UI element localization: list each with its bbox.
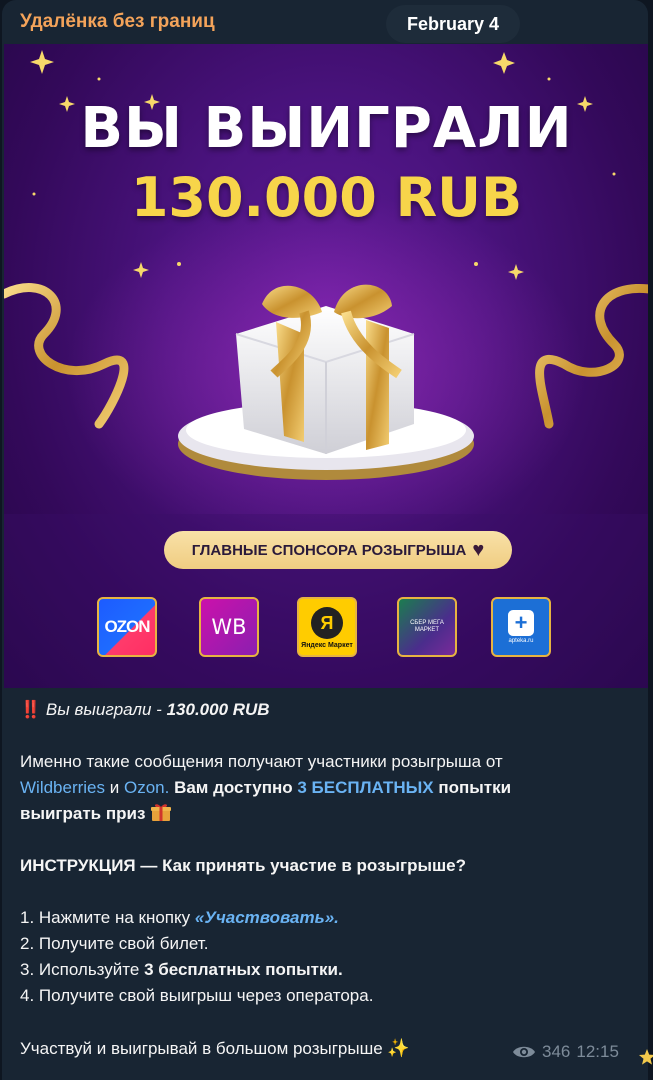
wb-logo-text: WB — [211, 615, 247, 639]
headline-amount: 130.000 RUB — [166, 700, 270, 719]
paragraph-and: и — [105, 778, 124, 797]
views-count: 346 — [542, 1042, 571, 1061]
apteka-logo: + apteka.ru — [491, 597, 551, 657]
paragraph-text-a: Именно такие сообщения получают участник… — [20, 752, 503, 771]
gift-icon — [151, 804, 172, 821]
paragraph-text-b: Вам доступно — [169, 778, 298, 797]
step-1-text: 1. Нажмите на кнопку — [20, 908, 195, 927]
closing-text: Участвуй и выигрывай в большом розыгрыше — [20, 1039, 383, 1058]
step-3-bold: 3 бесплатных попытки. — [144, 960, 343, 979]
message-bubble: Удалёнка без границ ВЫ ВЫИГРАЛИ 130.000 … — [2, 0, 648, 1080]
message-text: ‼️ Вы выиграли - 130.000 RUB Именно таки… — [20, 697, 610, 1062]
ozon-logo: OZON — [97, 597, 157, 657]
date-pill: February 4 — [386, 5, 520, 43]
double-exclamation-icon: ‼️ — [20, 700, 42, 719]
promo-image[interactable]: ВЫ ВЫИГРАЛИ 130.000 RUB ГЛАВНЫЕ СПОНСОРА… — [4, 44, 648, 688]
step-4: 4. Получите свой выигрыш через оператора… — [20, 986, 374, 1005]
channel-name[interactable]: Удалёнка без границ — [20, 11, 215, 33]
participate-link[interactable]: «Участвовать». — [195, 908, 339, 927]
sponsors-label-text: ГЛАВНЫЕ СПОНСОРА РОЗЫГРЫША — [191, 541, 467, 559]
paragraph-text-c: попытки — [433, 778, 512, 797]
sponsor-logos: OZON WB Я Яндекс Маркет СБЕР МЕГА МАРКЕТ… — [4, 597, 648, 657]
headline-text: Вы выиграли - — [45, 700, 167, 719]
paragraph-line-3: выиграть приз — [20, 801, 610, 827]
step-2: 2. Получите свой билет. — [20, 934, 209, 953]
sponsors-label: ГЛАВНЫЕ СПОНСОРА РОЗЫГРЫША ♥ — [164, 531, 512, 569]
eye-icon — [513, 1046, 535, 1058]
paragraph-line-2: Wildberries и Ozon. Вам доступно 3 БЕСПЛ… — [20, 775, 610, 801]
ozon-link[interactable]: Ozon. — [124, 778, 169, 797]
instruction-title: ИНСТРУКЦИЯ — Как принять участие в розыг… — [20, 856, 467, 875]
step-1: 1. Нажмите на кнопку «Участвовать». — [20, 905, 610, 931]
star-icon[interactable] — [638, 1048, 653, 1066]
ozon-logo-text: OZON — [104, 617, 150, 636]
paragraph-line-1: Именно такие сообщения получают участник… — [20, 749, 610, 775]
yandex-market-logo: Я Яндекс Маркет — [297, 597, 357, 657]
paragraph-text-d: выиграть приз — [20, 804, 146, 823]
wildberries-logo: WB — [199, 597, 259, 657]
heart-icon: ♥ — [472, 539, 485, 561]
sparkles-icon: ✨ — [387, 1038, 410, 1058]
apteka-logo-text: apteka.ru — [508, 638, 534, 644]
step-3: 3. Используйте 3 бесплатных попытки. — [20, 957, 610, 983]
wildberries-link[interactable]: Wildberries — [20, 778, 105, 797]
plus-icon: + — [508, 610, 534, 636]
message-meta: 346 12:15 — [512, 1039, 619, 1065]
ym-text: Яндекс Маркет — [301, 642, 353, 649]
promo-headline: ВЫ ВЫИГРАЛИ — [80, 96, 573, 161]
sber-megamarket-logo: СБЕР МЕГА МАРКЕТ — [397, 597, 457, 657]
message-line-headline: ‼️ Вы выиграли - 130.000 RUB — [20, 697, 610, 723]
free-attempts-link[interactable]: 3 БЕСПЛАТНЫХ — [297, 778, 433, 797]
promo-amount: 130.000 RUB — [130, 166, 523, 229]
ym-symbol: Я — [311, 607, 343, 639]
message-time: 12:15 — [576, 1042, 619, 1061]
sber-logo-text: СБЕР МЕГА МАРКЕТ — [410, 619, 444, 633]
step-3-text: 3. Используйте — [20, 960, 145, 979]
